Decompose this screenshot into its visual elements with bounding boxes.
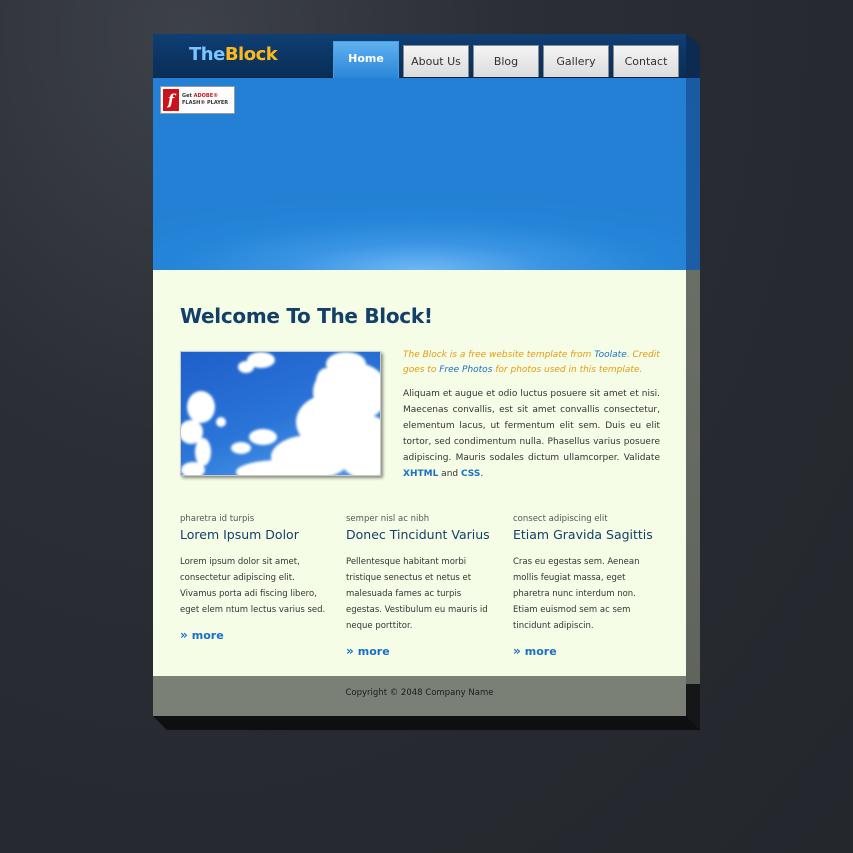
tab-gallery[interactable]: Gallery xyxy=(543,45,609,77)
column-title: Etiam Gravida Sagittis xyxy=(513,527,653,542)
header: TheBlock Home About Us Blog Gallery Cont… xyxy=(153,34,686,78)
sky-clouds-image xyxy=(180,351,381,476)
column-kicker: semper nisl ac nibh xyxy=(346,514,430,524)
css-link[interactable]: CSS xyxy=(461,469,480,479)
flash-player-icon: f xyxy=(163,89,179,111)
column-kicker: pharetra id turpis xyxy=(180,514,255,524)
tab-about-us[interactable]: About Us xyxy=(403,45,469,77)
site-logo[interactable]: TheBlock xyxy=(189,44,278,65)
column-text: Pellentesque habitant morbi tristique se… xyxy=(346,557,488,631)
column-text: Lorem ipsum dolor sit amet, consectetur … xyxy=(180,557,326,615)
column-kicker: consect adipiscing elit xyxy=(513,514,608,524)
double-chevron-right-icon: » xyxy=(346,644,354,658)
double-chevron-right-icon: » xyxy=(513,644,521,658)
page-title: Welcome To The Block! xyxy=(180,304,433,328)
footer: Copyright © 2048 Company Name xyxy=(153,676,686,716)
box-bottom-edge xyxy=(153,716,700,730)
main-content: Welcome To The Block! The Block is a fre… xyxy=(153,270,686,676)
column-1: pharetra id turpis Lorem Ipsum Dolor Lor… xyxy=(180,514,328,642)
intro-body: Aliquam et augue et odio luctus posuere … xyxy=(403,389,660,479)
column-3: consect adipiscing elit Etiam Gravida Sa… xyxy=(513,514,661,658)
logo-part-block: Block xyxy=(224,44,278,65)
copyright-text: Copyright © 2048 Company Name xyxy=(345,688,494,698)
toolate-link[interactable]: Toolate xyxy=(594,350,626,360)
double-chevron-right-icon: » xyxy=(180,628,188,642)
xhtml-link[interactable]: XHTML xyxy=(403,469,438,479)
tab-blog[interactable]: Blog xyxy=(473,45,539,77)
more-link[interactable]: » more xyxy=(346,644,494,658)
column-2: semper nisl ac nibh Donec Tincidunt Vari… xyxy=(346,514,494,658)
flash-badge-text: Get ADOBE® FLASH® PLAYER xyxy=(182,93,229,106)
more-link[interactable]: » more xyxy=(513,644,661,658)
intro-lead: The Block is a free website template fro… xyxy=(403,350,660,375)
column-title: Lorem Ipsum Dolor xyxy=(180,527,299,542)
page: TheBlock Home About Us Blog Gallery Cont… xyxy=(153,34,686,716)
tab-home[interactable]: Home xyxy=(333,41,399,78)
get-flash-player-badge[interactable]: f Get ADOBE® FLASH® PLAYER xyxy=(160,86,235,114)
column-text: Cras eu egestas sem. Aenean mollis feugi… xyxy=(513,557,640,631)
box-right-edge xyxy=(686,34,700,730)
more-link[interactable]: » more xyxy=(180,628,328,642)
logo-part-the: The xyxy=(189,44,225,65)
tab-contact[interactable]: Contact xyxy=(613,45,679,77)
flash-banner: f Get ADOBE® FLASH® PLAYER xyxy=(153,78,686,270)
free-photos-link[interactable]: Free Photos xyxy=(439,365,492,375)
column-title: Donec Tincidunt Varius xyxy=(346,527,490,542)
